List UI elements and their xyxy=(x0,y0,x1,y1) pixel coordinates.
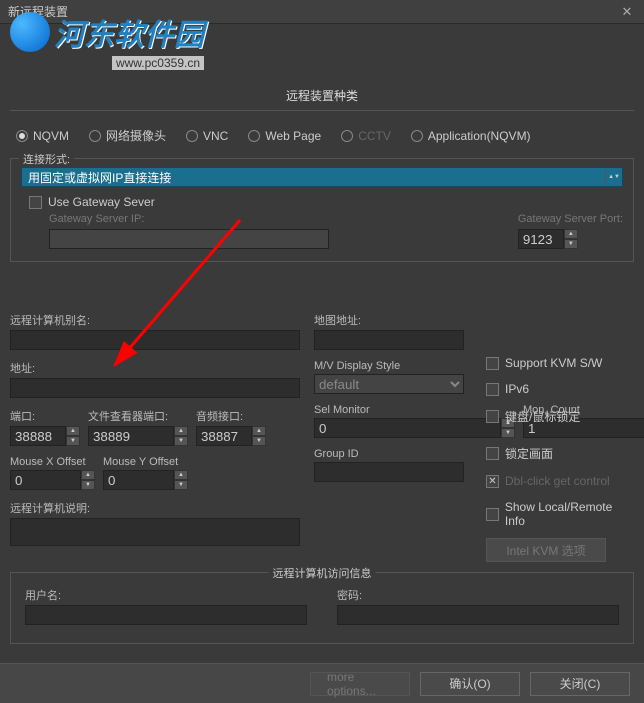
close-icon[interactable]: ✕ xyxy=(618,3,636,21)
device-type-radios: NQVM 网络摄像头 VNC Web Page CCTV Application… xyxy=(10,119,634,158)
sel-monitor-input[interactable] xyxy=(314,418,501,438)
radio-webpage[interactable]: Web Page xyxy=(248,129,321,143)
password-input[interactable] xyxy=(337,605,619,625)
show-info-checkbox[interactable]: Show Local/Remote Info xyxy=(486,500,634,528)
radio-nqvm[interactable]: NQVM xyxy=(16,129,69,143)
device-type-heading: 远程装置种类 xyxy=(10,87,634,104)
stepper-down-icon[interactable]: ▼ xyxy=(66,436,80,446)
file-port-input[interactable] xyxy=(88,426,174,446)
mouse-x-input[interactable] xyxy=(10,470,81,490)
port-label: 端口: xyxy=(10,408,80,424)
use-gateway-checkbox[interactable]: Use Gateway Sever xyxy=(29,195,623,209)
port-input[interactable] xyxy=(10,426,66,446)
username-label: 用户名: xyxy=(25,587,307,603)
connection-type-dropdown[interactable]: 用固定或虚拟网IP直接连接 ▲▼ xyxy=(21,167,623,187)
group-id-input[interactable] xyxy=(314,462,464,482)
stepper-up-icon[interactable]: ▲ xyxy=(174,426,188,436)
gateway-port-label: Gateway Server Port: xyxy=(518,213,623,225)
dblclick-checkbox[interactable]: ✕Dbl-click get control xyxy=(486,474,634,488)
map-addr-label: 地图地址: xyxy=(314,312,464,328)
mouse-y-label: Mouse Y Offset xyxy=(103,456,188,468)
stepper-up-icon[interactable]: ▲ xyxy=(174,470,188,480)
more-options-button: more options... xyxy=(310,672,410,696)
radio-application[interactable]: Application(NQVM) xyxy=(411,129,531,143)
alias-input[interactable] xyxy=(10,330,300,350)
ipv6-checkbox[interactable]: IPv6 xyxy=(486,382,634,396)
group-id-label: Group ID xyxy=(314,448,464,460)
mv-style-label: M/V Display Style xyxy=(314,360,464,372)
address-input[interactable] xyxy=(10,378,300,398)
access-group: 远程计算机访问信息 用户名: 密码: xyxy=(10,572,634,644)
radio-webcam[interactable]: 网络摄像头 xyxy=(89,127,166,144)
kvm-checkbox[interactable]: Support KVM S/W xyxy=(486,356,634,370)
desc-label: 远程计算机说明: xyxy=(10,500,300,516)
gateway-port-input xyxy=(518,229,564,249)
desc-input[interactable] xyxy=(10,518,300,546)
ok-button[interactable]: 确认(O) xyxy=(420,672,520,696)
stepper-down-icon[interactable]: ▼ xyxy=(81,480,95,490)
gateway-ip-label: Gateway Server IP: xyxy=(49,213,502,225)
stepper-down-icon[interactable]: ▼ xyxy=(174,436,188,446)
mv-style-select[interactable]: default xyxy=(314,374,464,394)
radio-vnc[interactable]: VNC xyxy=(186,129,228,143)
watermark: 河东软件园 www.pc0359.cn xyxy=(10,10,204,54)
lock-screen-checkbox[interactable]: 锁定画面 xyxy=(486,445,634,462)
intel-kvm-button: Intel KVM 选项 xyxy=(486,538,606,562)
audio-port-label: 音频接口: xyxy=(196,408,266,424)
connection-group: 连接形式: 用固定或虚拟网IP直接连接 ▲▼ Use Gateway Sever… xyxy=(10,158,634,262)
gateway-ip-input xyxy=(49,229,329,249)
stepper-up-icon[interactable]: ▲ xyxy=(252,426,266,436)
username-input[interactable] xyxy=(25,605,307,625)
stepper-down-icon: ▼ xyxy=(564,239,578,249)
access-heading: 远程计算机访问信息 xyxy=(269,565,376,581)
alias-label: 远程计算机别名: xyxy=(10,312,300,328)
stepper-up-icon[interactable]: ▲ xyxy=(66,426,80,436)
radio-cctv: CCTV xyxy=(341,129,391,143)
footer: more options... 确认(O) 关闭(C) xyxy=(0,663,644,703)
file-port-label: 文件查看器端口: xyxy=(88,408,188,424)
connection-label: 连接形式: xyxy=(19,151,74,167)
lock-km-checkbox[interactable]: 键盘/鼠标锁定 xyxy=(486,408,634,425)
map-addr-input[interactable] xyxy=(314,330,464,350)
stepper-down-icon[interactable]: ▼ xyxy=(174,480,188,490)
address-label: 地址: xyxy=(10,360,300,376)
mouse-x-label: Mouse X Offset xyxy=(10,456,95,468)
stepper-down-icon[interactable]: ▼ xyxy=(252,436,266,446)
stepper-up-icon[interactable]: ▲ xyxy=(81,470,95,480)
stepper-up-icon: ▲ xyxy=(564,229,578,239)
password-label: 密码: xyxy=(337,587,619,603)
audio-port-input[interactable] xyxy=(196,426,252,446)
close-button[interactable]: 关闭(C) xyxy=(530,672,630,696)
mouse-y-input[interactable] xyxy=(103,470,174,490)
